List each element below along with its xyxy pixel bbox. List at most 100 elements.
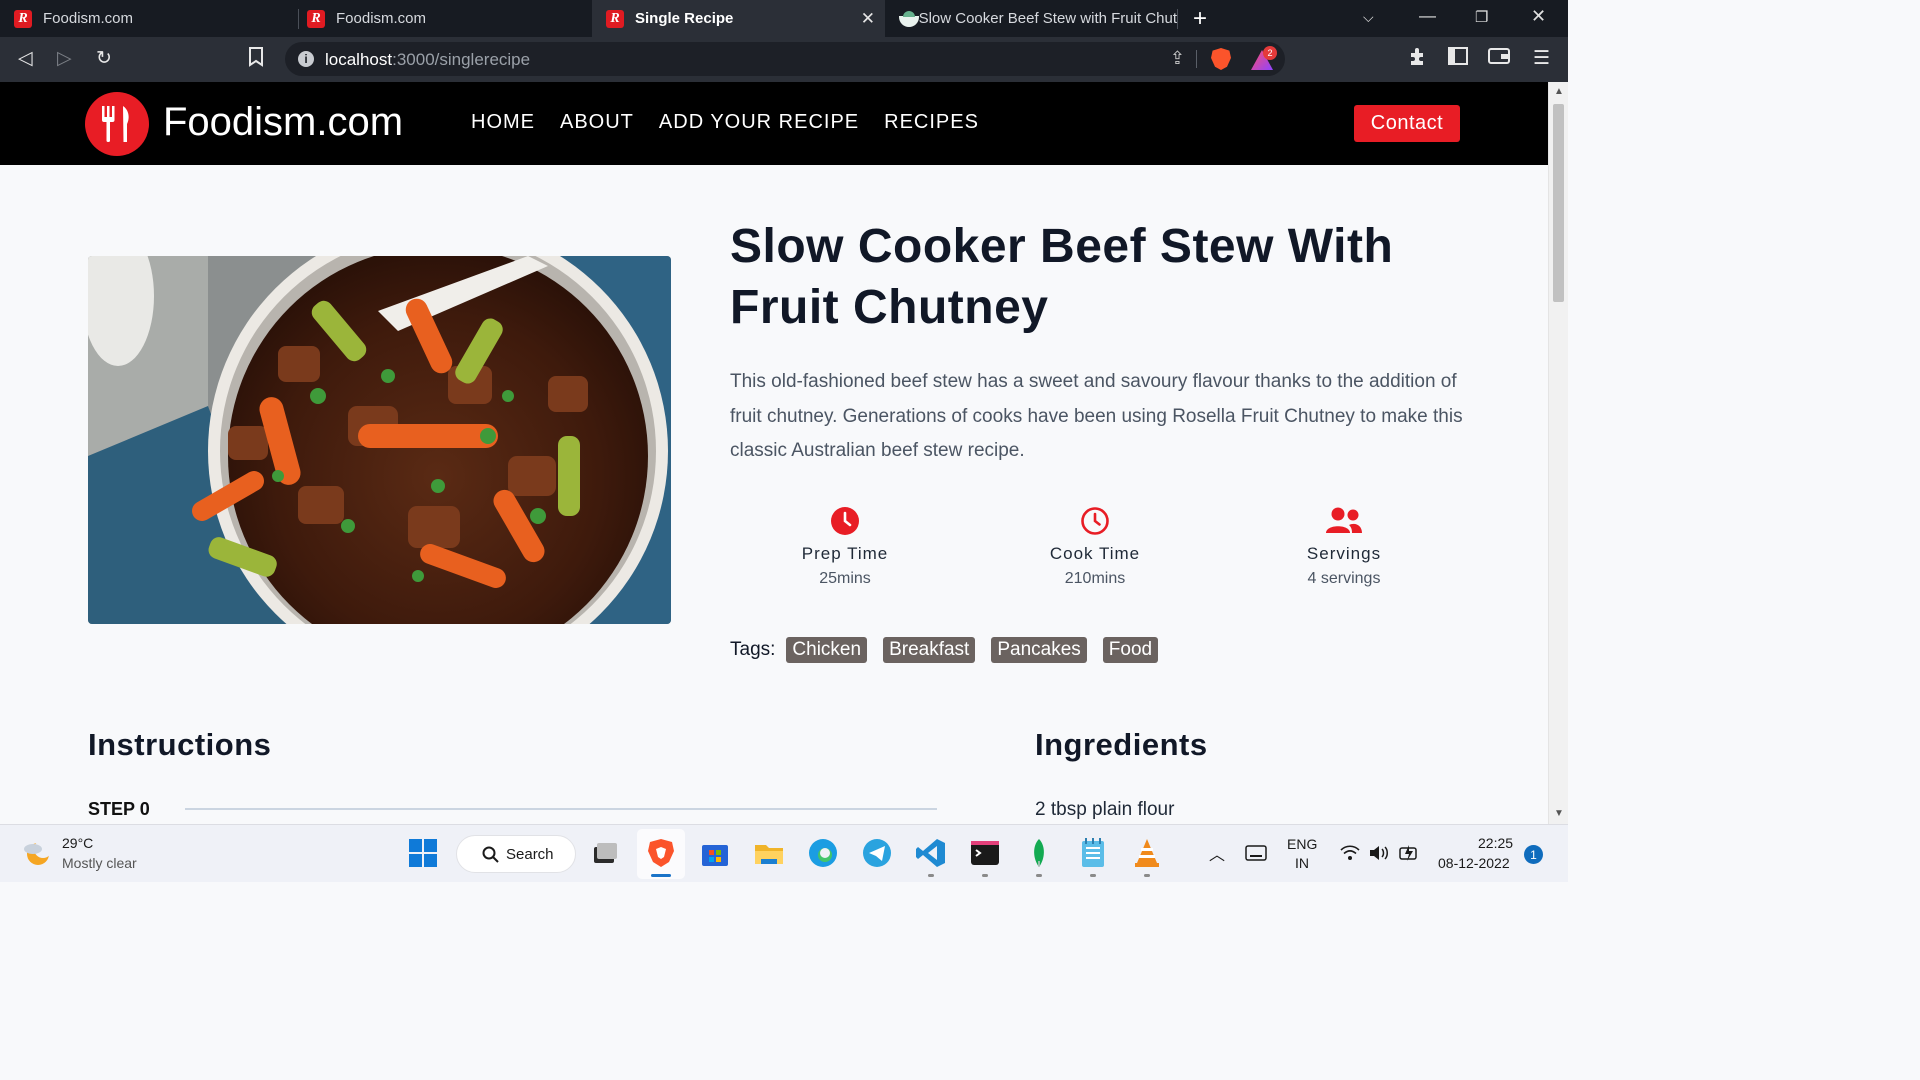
- recipe-description: This old-fashioned beef stew has a sweet…: [730, 371, 1463, 461]
- nav-about[interactable]: ABOUT: [560, 111, 634, 134]
- active-app-indicator: [651, 874, 671, 877]
- tab-separator: [1177, 9, 1178, 29]
- keyboard-icon[interactable]: [1245, 843, 1267, 863]
- tag-breakfast[interactable]: Breakfast: [883, 637, 976, 663]
- wifi-icon[interactable]: [1340, 844, 1360, 862]
- running-indicator: [1144, 874, 1150, 877]
- vscode-icon[interactable]: [915, 837, 947, 869]
- close-window-icon[interactable]: ✕: [1531, 6, 1546, 27]
- tab-single-recipe[interactable]: R Single Recipe ✕: [592, 0, 885, 37]
- recipe-title: Slow Cooker Beef Stew With Fruit Chutney: [730, 220, 1394, 334]
- tab-foodism-2[interactable]: R Foodism.com: [293, 0, 591, 37]
- bookmark-icon[interactable]: [248, 47, 264, 73]
- close-tab-icon[interactable]: ✕: [861, 9, 875, 29]
- menu-icon[interactable]: ☰: [1533, 47, 1550, 70]
- tray-overflow-chevron-icon[interactable]: ︿: [1209, 841, 1225, 865]
- instructions-heading: Instructions: [88, 727, 272, 762]
- tab-title: Slow Cooker Beef Stew with Fruit Chut: [918, 10, 1177, 27]
- volume-icon[interactable]: [1368, 844, 1390, 862]
- clock-date[interactable]: 08-12-2022: [1438, 855, 1510, 871]
- foodism-favicon-icon: R: [606, 9, 624, 28]
- running-indicator: [1036, 874, 1042, 877]
- reload-icon[interactable]: ↻: [96, 47, 112, 70]
- servings-value: 4 servings: [1307, 570, 1381, 587]
- brave-browser-icon[interactable]: [645, 837, 677, 869]
- tab-title: Foodism.com: [336, 10, 427, 27]
- page-scrollbar[interactable]: ▲ ▼: [1548, 82, 1568, 824]
- taskbar-search[interactable]: Search: [456, 835, 576, 873]
- clock-time[interactable]: 22:25: [1478, 835, 1513, 851]
- main-nav: HOME ABOUT ADD YOUR RECIPE RECIPES: [471, 111, 979, 134]
- weather-temperature[interactable]: 29°C: [62, 835, 93, 851]
- minimize-icon[interactable]: —: [1419, 6, 1436, 26]
- foodism-favicon-icon: R: [307, 9, 325, 28]
- nav-recipes[interactable]: RECIPES: [884, 111, 979, 134]
- restore-icon[interactable]: ❐: [1475, 8, 1488, 26]
- weather-condition[interactable]: Mostly clear: [62, 855, 137, 871]
- file-explorer-icon[interactable]: [753, 837, 785, 869]
- tab-foodism-1[interactable]: R Foodism.com: [0, 0, 298, 37]
- ingredients-heading: Ingredients: [1035, 727, 1208, 762]
- windows-start-icon[interactable]: [407, 837, 439, 869]
- nav-add-recipe[interactable]: ADD YOUR RECIPE: [659, 111, 859, 134]
- logo-cutlery-icon[interactable]: [85, 92, 149, 156]
- scroll-thumb[interactable]: [1553, 104, 1564, 302]
- address-bar[interactable]: i localhost:3000/singlerecipe ⇪ 2: [285, 42, 1285, 76]
- battery-charging-icon[interactable]: [1398, 842, 1420, 864]
- notification-badge[interactable]: 1: [1524, 845, 1543, 864]
- brave-shields-icon[interactable]: [1211, 48, 1231, 70]
- brand-name[interactable]: Foodism.com: [163, 100, 403, 145]
- running-indicator: [928, 874, 934, 877]
- tag-pancakes[interactable]: Pancakes: [991, 637, 1087, 663]
- contact-button[interactable]: Contact: [1354, 105, 1460, 142]
- cook-time-stat: Cook Time 210mins: [1015, 506, 1175, 588]
- servings-stat: Servings 4 servings: [1264, 506, 1424, 588]
- mongodb-icon[interactable]: [1023, 837, 1055, 869]
- site-info-icon[interactable]: i: [298, 51, 314, 67]
- bowl-favicon-icon: [899, 10, 919, 28]
- search-icon: [482, 846, 499, 863]
- tab-search-chevron-icon[interactable]: ⌵: [1363, 9, 1374, 26]
- new-tab-plus-icon[interactable]: +: [1193, 5, 1207, 33]
- recipe-photo: [88, 256, 671, 624]
- recipe-tags: Tags: Chicken Breakfast Pancakes Food: [730, 637, 1174, 663]
- clock-filled-icon: [831, 507, 859, 535]
- scroll-up-arrow-icon[interactable]: ▲: [1554, 86, 1564, 97]
- step-label: STEP 0: [88, 799, 150, 819]
- tab-title: Foodism.com: [43, 10, 134, 27]
- language-region[interactable]: IN: [1295, 855, 1309, 871]
- search-label: Search: [506, 846, 554, 863]
- language-indicator[interactable]: ENG: [1287, 836, 1317, 852]
- foodism-favicon-icon: R: [14, 9, 32, 28]
- tab-title: Single Recipe: [635, 10, 734, 27]
- share-icon[interactable]: ⇪: [1170, 48, 1185, 69]
- forward-icon[interactable]: ▷: [57, 47, 72, 70]
- extensions-icon[interactable]: [1408, 47, 1428, 73]
- prep-time-label: Prep Time: [801, 544, 889, 563]
- terminal-icon[interactable]: [969, 837, 1001, 869]
- vlc-icon[interactable]: [1131, 837, 1163, 869]
- weather-moon-icon[interactable]: [22, 837, 52, 867]
- wallet-icon[interactable]: [1488, 47, 1510, 71]
- rewards-badge: 2: [1263, 46, 1277, 60]
- prep-time-value: 25mins: [819, 570, 871, 587]
- browser-tab-strip: R Foodism.com R Foodism.com R Single Rec…: [0, 0, 1568, 37]
- nav-home[interactable]: HOME: [471, 111, 535, 134]
- task-view-icon[interactable]: [588, 837, 620, 869]
- notepad-icon[interactable]: [1077, 837, 1109, 869]
- sidebar-icon[interactable]: [1448, 47, 1468, 71]
- scroll-down-arrow-icon[interactable]: ▼: [1554, 808, 1564, 819]
- telegram-icon[interactable]: [861, 837, 893, 869]
- step-divider: [185, 808, 937, 810]
- back-icon[interactable]: ◁: [18, 47, 33, 70]
- running-indicator: [982, 874, 988, 877]
- omnibox-separator: [1196, 50, 1197, 68]
- users-icon: [1326, 507, 1362, 533]
- microsoft-store-icon[interactable]: [699, 837, 731, 869]
- tag-chicken[interactable]: Chicken: [786, 637, 868, 663]
- windows-taskbar: 29°C Mostly clear Search ︿ ENG IN 22:25 …: [0, 824, 1568, 882]
- tab-slow-cooker[interactable]: Slow Cooker Beef Stew with Fruit Chut: [885, 0, 1177, 37]
- tag-food[interactable]: Food: [1102, 637, 1159, 663]
- ingredient-item: 2 tbsp plain flour: [1035, 799, 1175, 820]
- edge-browser-icon[interactable]: [807, 837, 839, 869]
